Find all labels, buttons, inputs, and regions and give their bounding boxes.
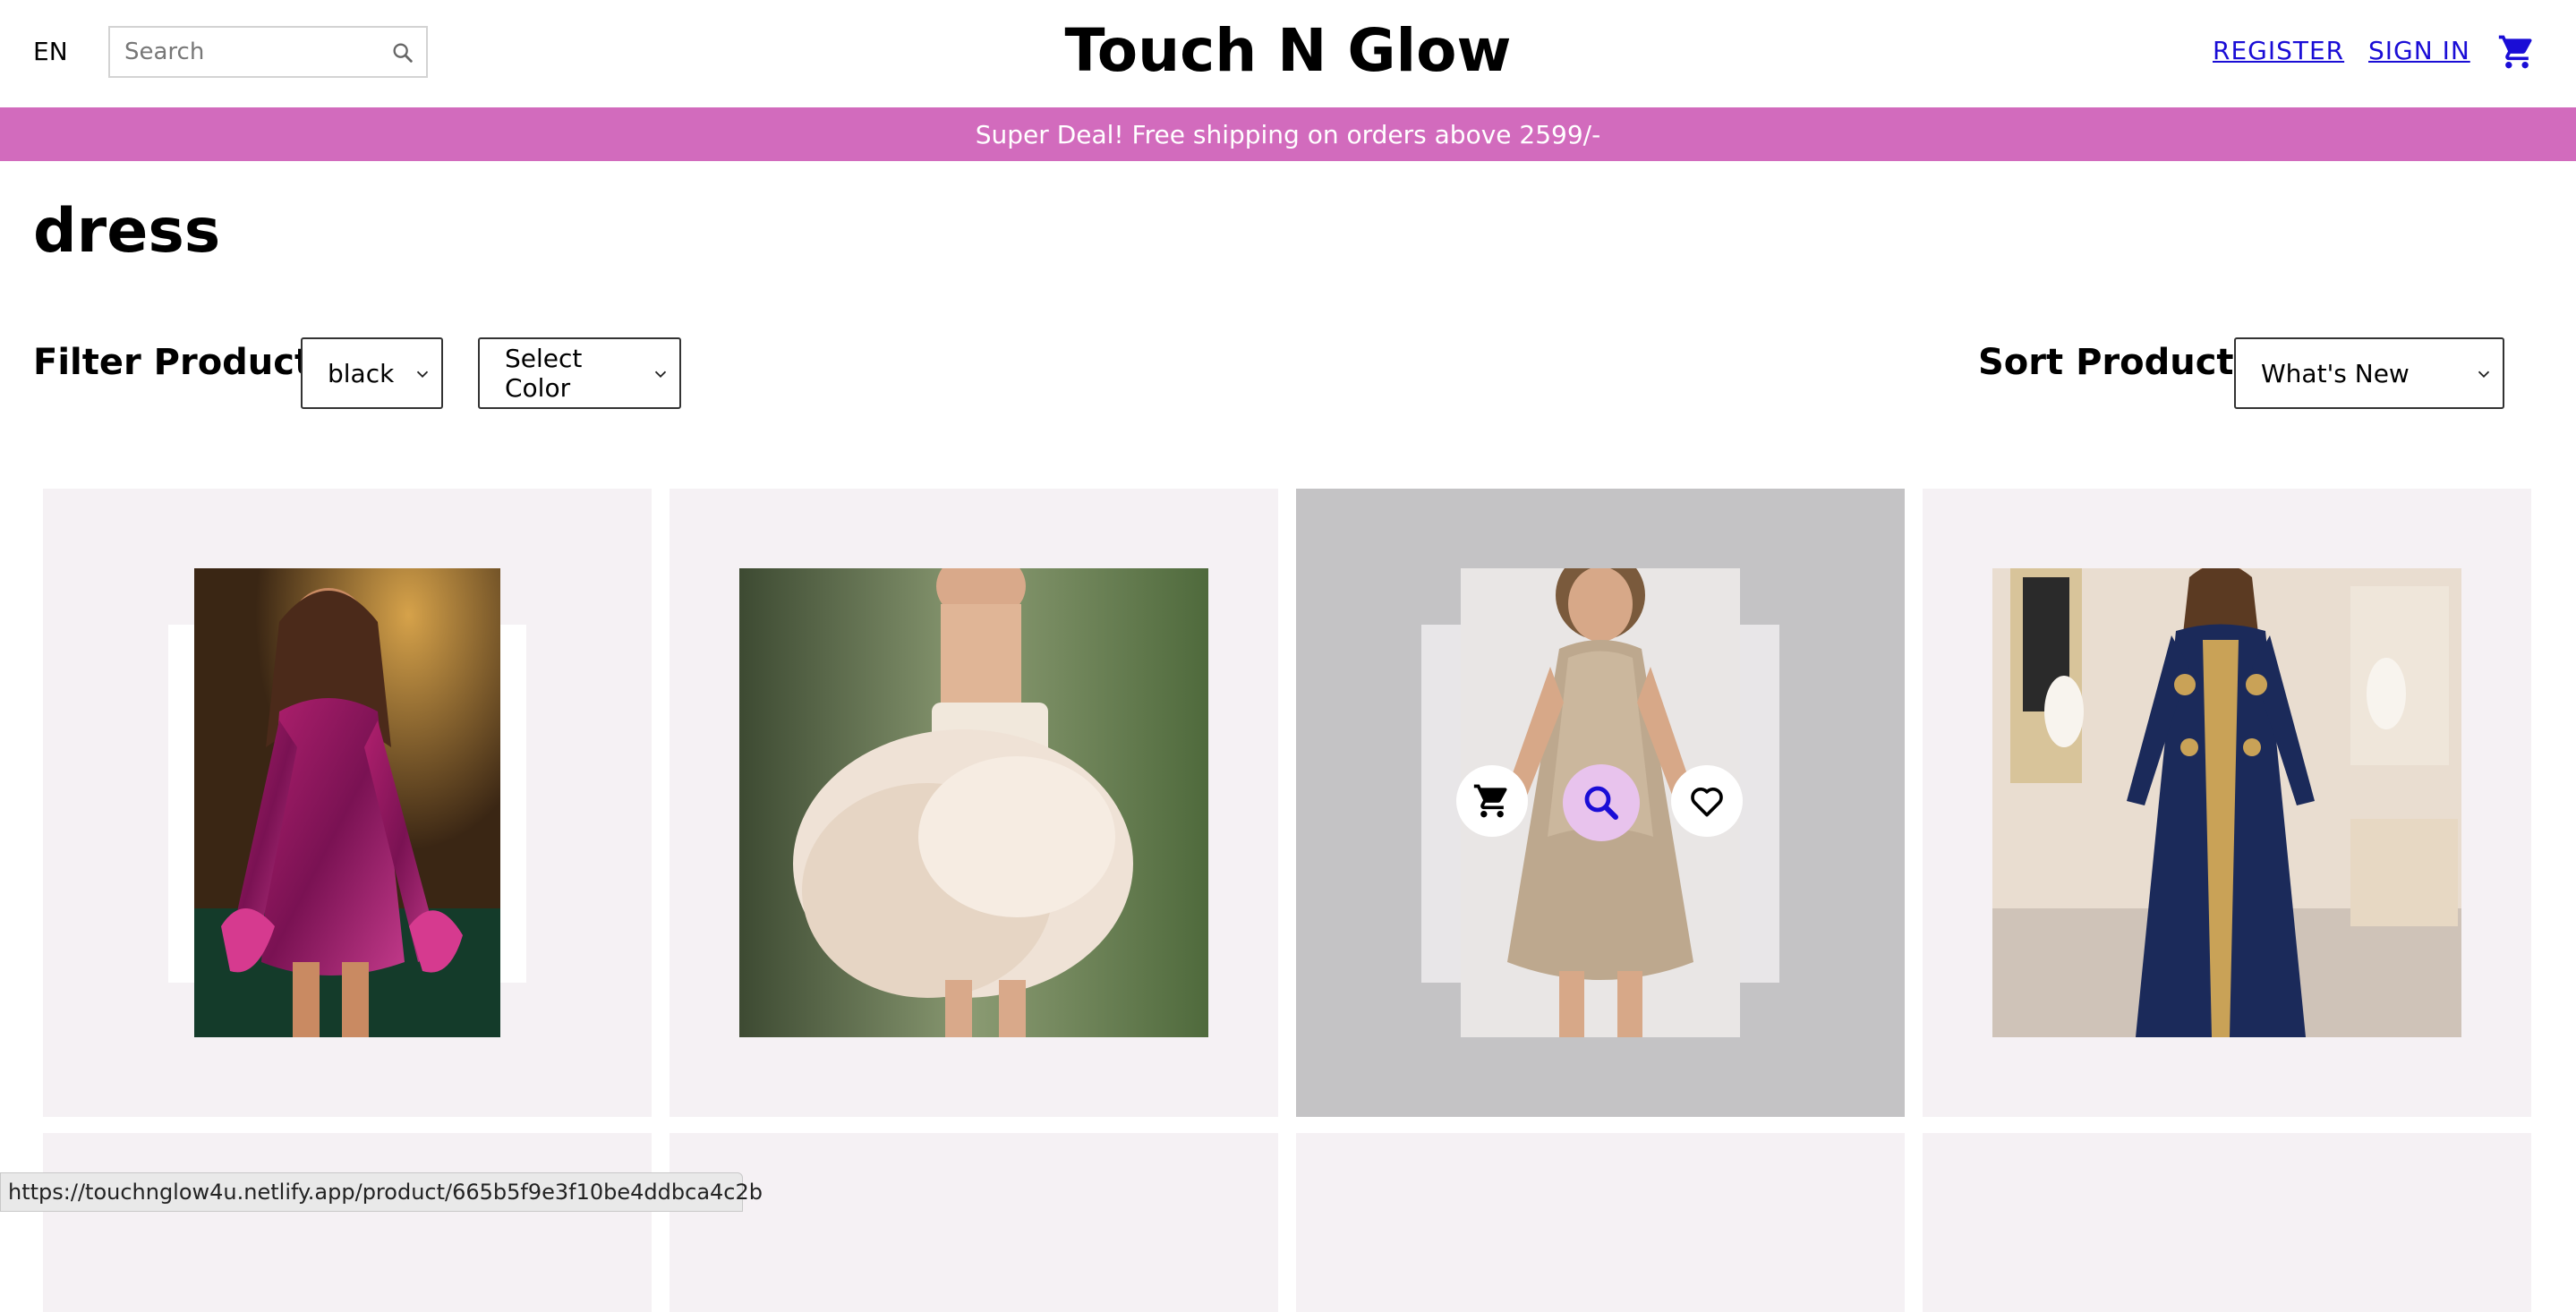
cart-icon: [1473, 784, 1507, 818]
site-logo[interactable]: Touch N Glow: [1065, 16, 1512, 85]
product-card[interactable]: [670, 1133, 1278, 1312]
view-product-button[interactable]: [1563, 764, 1640, 841]
register-link[interactable]: REGISTER: [2213, 36, 2344, 65]
page-title: dress: [33, 196, 221, 267]
status-url: https://touchnglow4u.netlify.app/product…: [8, 1180, 763, 1205]
sign-in-link[interactable]: SIGN IN: [2368, 36, 2470, 65]
search-box: [108, 26, 428, 78]
chevron-down-icon: [416, 371, 429, 379]
product-card[interactable]: [43, 489, 652, 1117]
product-card[interactable]: [670, 489, 1278, 1117]
sort-label: Sort Products:: [1978, 342, 2270, 383]
product-card[interactable]: [43, 1133, 652, 1312]
search-input[interactable]: [123, 38, 382, 66]
product-card[interactable]: [1923, 489, 2531, 1117]
color-filter-value: Select Color: [505, 344, 583, 403]
chevron-down-icon: [2478, 371, 2490, 379]
size-filter-select[interactable]: black: [301, 337, 443, 409]
search-icon: [1584, 786, 1618, 820]
product-card[interactable]: [1296, 1133, 1905, 1312]
search-icon[interactable]: [390, 40, 415, 65]
product-image: [739, 568, 1208, 1037]
product-image: [194, 568, 500, 1037]
color-filter-select[interactable]: Select Color: [478, 337, 681, 409]
product-card[interactable]: [1923, 1133, 2531, 1312]
sort-select[interactable]: What's New: [2234, 337, 2504, 409]
heart-icon: [1691, 787, 1723, 817]
product-card[interactable]: [1296, 489, 1905, 1117]
add-to-cart-button[interactable]: [1456, 765, 1528, 837]
add-to-wishlist-button[interactable]: [1671, 765, 1743, 837]
promo-banner-text: Super Deal! Free shipping on orders abov…: [975, 119, 1601, 149]
chevron-down-icon: [654, 371, 667, 379]
browser-status-bar: https://touchnglow4u.netlify.app/product…: [0, 1172, 763, 1212]
product-image: [1992, 568, 2461, 1037]
sort-value: What's New: [2261, 358, 2410, 388]
promo-banner: Super Deal! Free shipping on orders abov…: [0, 107, 2576, 161]
size-filter-value: black: [328, 358, 395, 388]
navbar: EN Touch N Glow REGISTER SIGN IN: [0, 0, 2576, 107]
cart-icon[interactable]: [2497, 32, 2537, 72]
language-selector[interactable]: EN: [33, 36, 68, 68]
